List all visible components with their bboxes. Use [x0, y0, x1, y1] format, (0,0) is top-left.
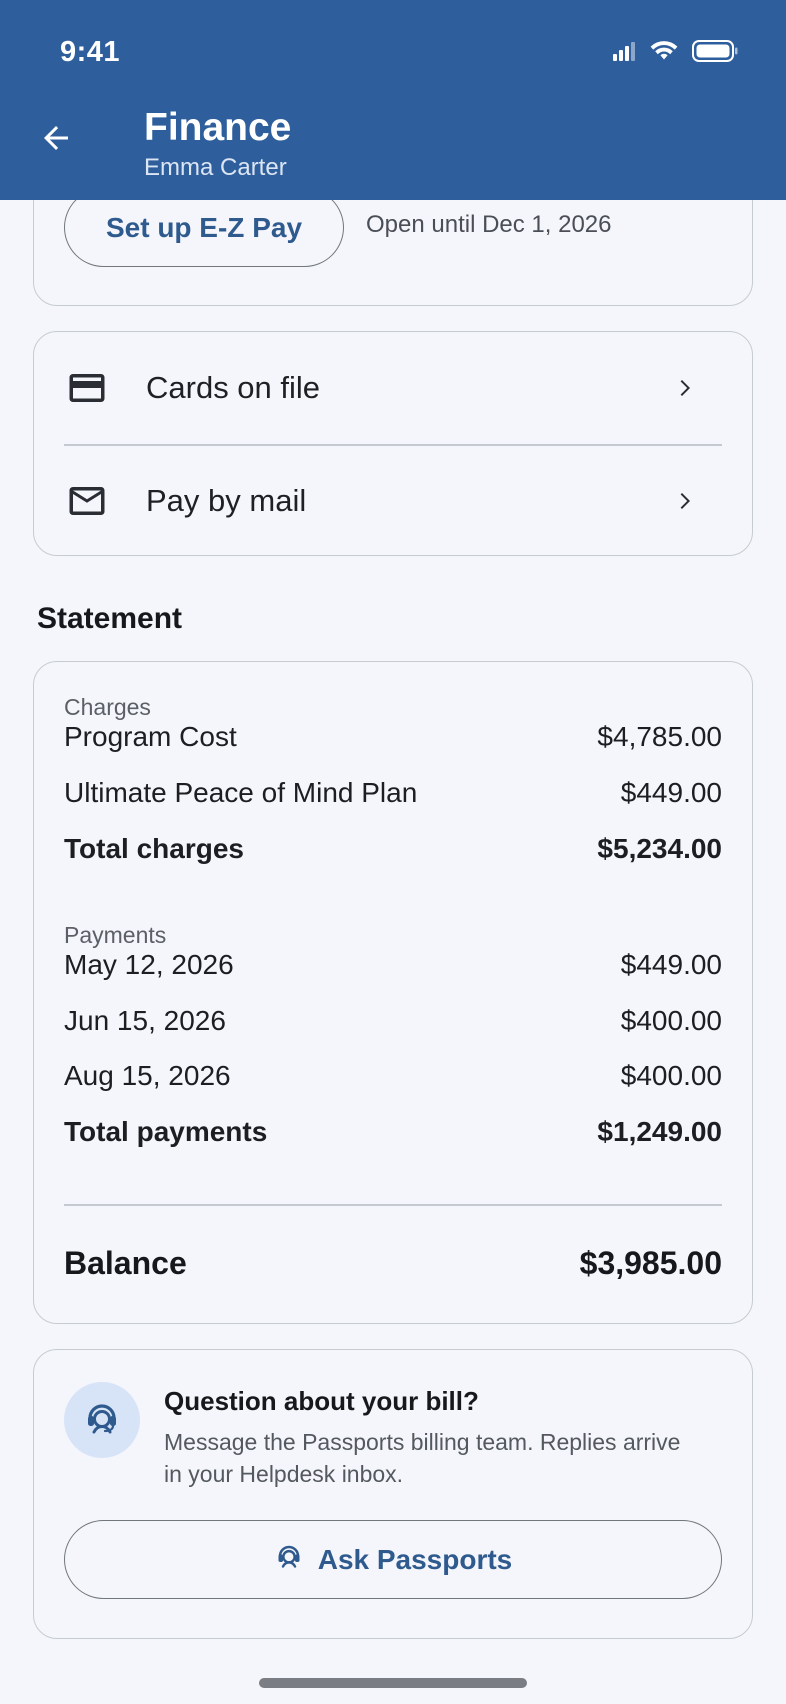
payment-row: Jun 15, 2026 $400.00 [64, 1001, 722, 1041]
statement-heading: Statement [37, 602, 183, 635]
charge-label: Program Cost [64, 721, 237, 752]
balance-label: Balance [64, 1244, 187, 1281]
charge-label: Ultimate Peace of Mind Plan [64, 777, 418, 808]
avatar [64, 1382, 140, 1458]
page-title: Finance [144, 106, 292, 149]
payment-amount: $400.00 [620, 1005, 722, 1036]
charge-amount: $4,785.00 [597, 721, 722, 752]
total-charges-label: Total charges [64, 833, 244, 864]
total-payments-label: Total payments [64, 1116, 268, 1147]
ez-pay-deadline: Open until Dec 1, 2026 [366, 211, 612, 238]
total-payments-row: Total payments $1,249.00 [64, 1112, 722, 1152]
status-icons [612, 40, 738, 67]
page-subtitle: Emma Carter [144, 154, 287, 181]
payment-date: Aug 15, 2026 [64, 1060, 231, 1091]
help-description: Message the Passports billing team. Repl… [164, 1429, 681, 1487]
headset-agent-icon [274, 1541, 304, 1578]
cards-on-file-label: Cards on file [146, 370, 321, 405]
charge-row: Program Cost $4,785.00 [64, 717, 722, 757]
chevron-right-icon [672, 489, 696, 513]
battery-icon [692, 40, 738, 67]
charge-row: Ultimate Peace of Mind Plan $449.00 [64, 773, 722, 813]
payment-date: Jun 15, 2026 [64, 1005, 226, 1036]
ask-passports-button[interactable]: Ask Passports [64, 1520, 722, 1599]
billing-help-card: Question about your bill? Message the Pa… [33, 1349, 753, 1639]
cards-on-file-row[interactable]: Cards on file [34, 332, 752, 444]
payment-row: May 12, 2026 $449.00 [64, 945, 722, 985]
headset-agent-icon [82, 1398, 122, 1443]
total-payments-amount: $1,249.00 [597, 1116, 722, 1147]
balance-amount: $3,985.00 [579, 1244, 722, 1281]
mail-icon [66, 480, 108, 522]
charge-amount: $449.00 [620, 777, 722, 808]
credit-card-icon [66, 367, 108, 409]
pay-by-mail-row[interactable]: Pay by mail [34, 445, 752, 557]
arrow-left-icon [38, 120, 74, 161]
statement-card: Charges Program Cost $4,785.00 Ultimate … [33, 661, 753, 1324]
total-charges-amount: $5,234.00 [597, 833, 722, 864]
payment-amount: $449.00 [620, 949, 722, 980]
payment-amount: $400.00 [620, 1060, 722, 1091]
pay-by-mail-label: Pay by mail [146, 483, 307, 518]
ask-passports-label: Ask Passports [317, 1543, 513, 1575]
chevron-right-icon [672, 376, 696, 400]
payment-options-card: Cards on file Pay by mail [33, 331, 753, 556]
wifi-icon [650, 41, 678, 66]
app-header: 9:41 Finance Emma Carter [0, 0, 786, 200]
payment-date: May 12, 2026 [64, 949, 234, 980]
balance-row: Balance $3,985.00 [64, 1238, 722, 1288]
total-charges-row: Total charges $5,234.00 [64, 829, 722, 869]
help-title: Question about your bill? [164, 1386, 479, 1416]
home-indicator[interactable] [259, 1678, 527, 1688]
statement-divider [64, 1204, 722, 1206]
back-button[interactable] [36, 120, 76, 160]
payment-row: Aug 15, 2026 $400.00 [64, 1056, 722, 1096]
status-time: 9:41 [60, 36, 121, 68]
cellular-signal-icon [612, 41, 636, 66]
